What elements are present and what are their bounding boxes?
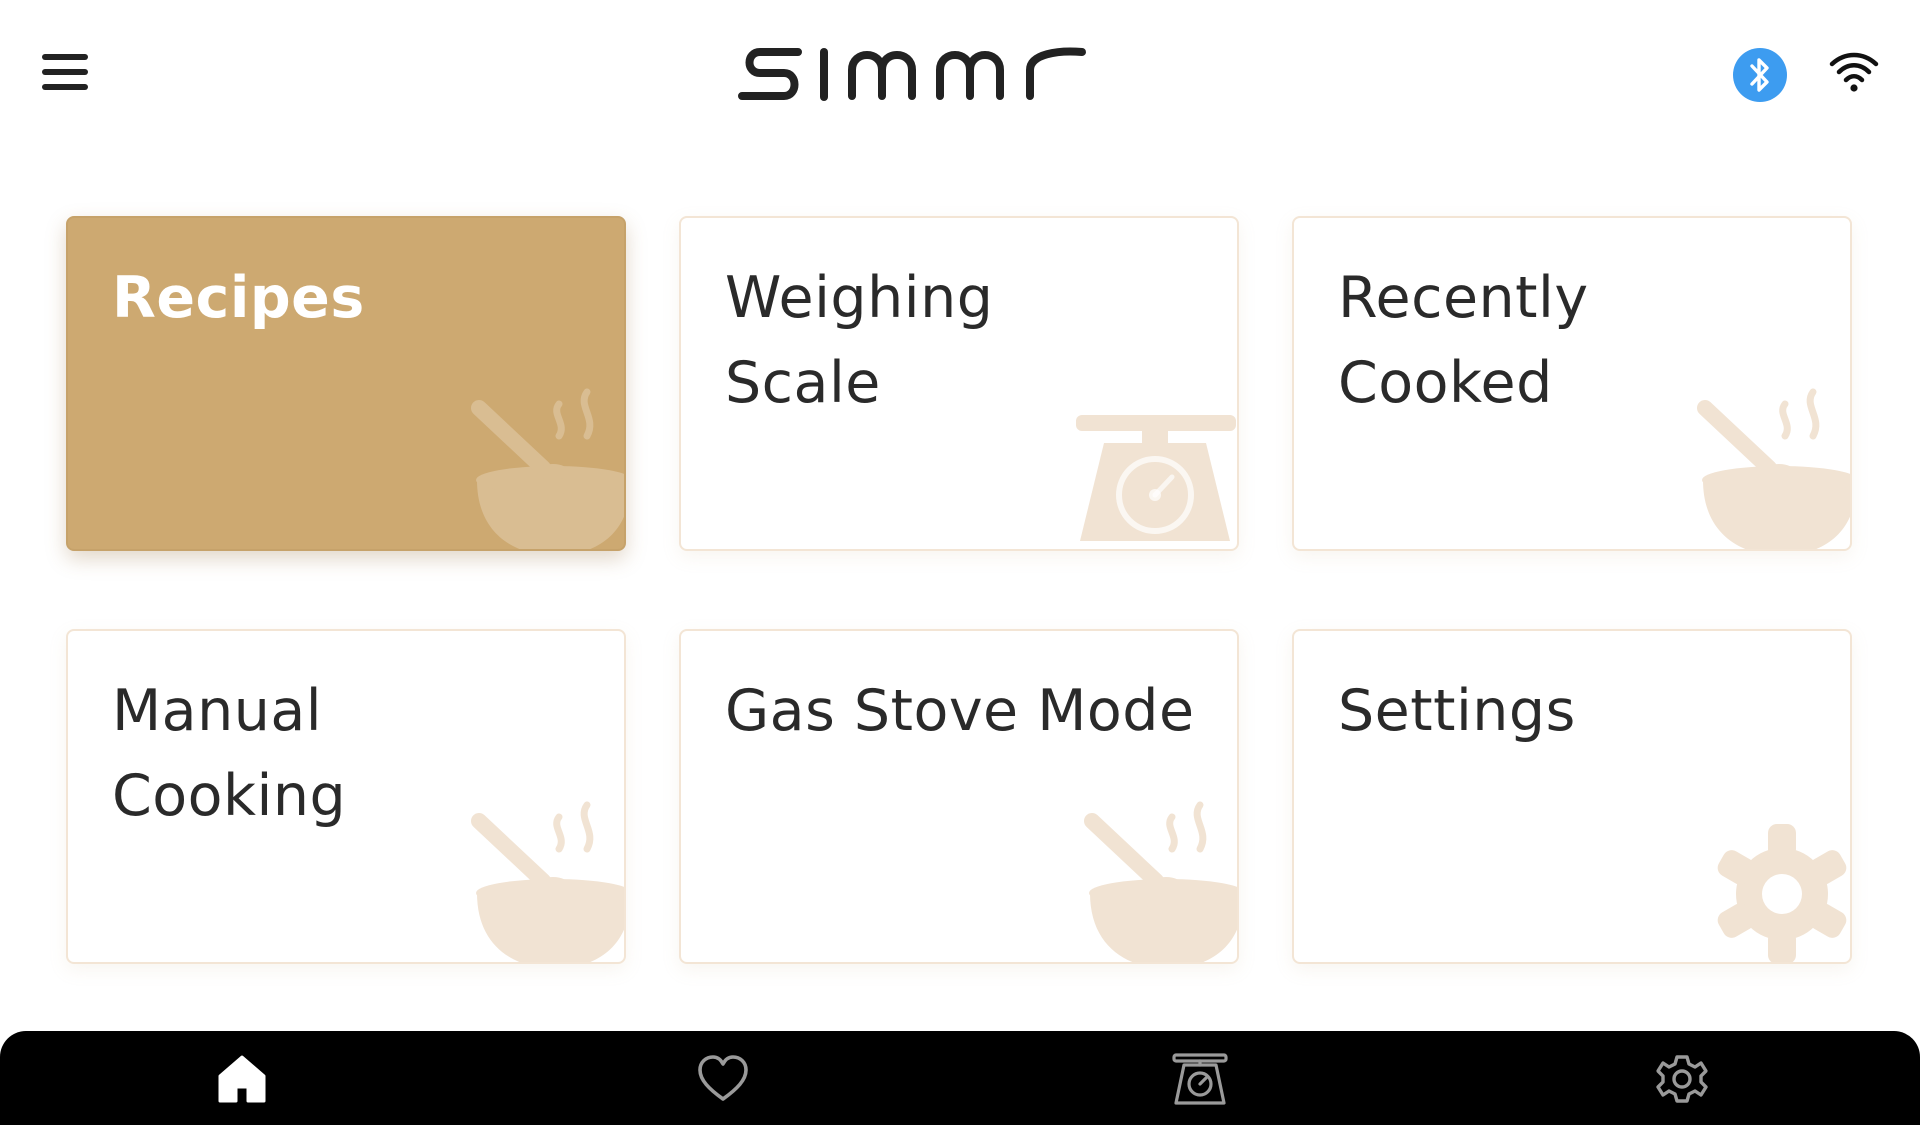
tile-gas-stove-mode[interactable]: Gas Stove Mode [679,629,1239,964]
menu-grid: Recipes Weighing Scale Recently Cooked M… [0,0,1920,1030]
bowl-steam-icon [1084,801,1237,962]
gear-icon [1656,1055,1708,1103]
nav-favorites-button[interactable] [695,1051,751,1107]
tile-label: Recipes [112,265,365,331]
tile-settings[interactable]: Settings [1292,629,1852,964]
gear-icon [1717,824,1847,962]
nav-settings-button[interactable] [1654,1051,1710,1107]
home-icon [218,1055,266,1103]
bowl-steam-icon [471,388,624,549]
nav-scale-button[interactable] [1172,1051,1228,1107]
bottom-navigation-bar [0,1031,1920,1125]
tile-recipes[interactable]: Recipes [66,216,626,551]
weighing-scale-icon [1076,415,1236,541]
heart-icon [698,1055,748,1101]
tile-weighing-scale[interactable]: Weighing Scale [679,216,1239,551]
weighing-scale-icon [1172,1053,1228,1105]
tile-label: Gas Stove Mode [725,678,1195,744]
nav-home-button[interactable] [214,1051,270,1107]
tile-label: Weighing Scale [725,265,994,416]
tile-label: Settings [1338,678,1576,744]
tile-manual-cooking[interactable]: Manual Cooking [66,629,626,964]
bowl-steam-icon [1697,388,1850,549]
tile-recently-cooked[interactable]: Recently Cooked [1292,216,1852,551]
bowl-steam-icon [471,801,624,962]
